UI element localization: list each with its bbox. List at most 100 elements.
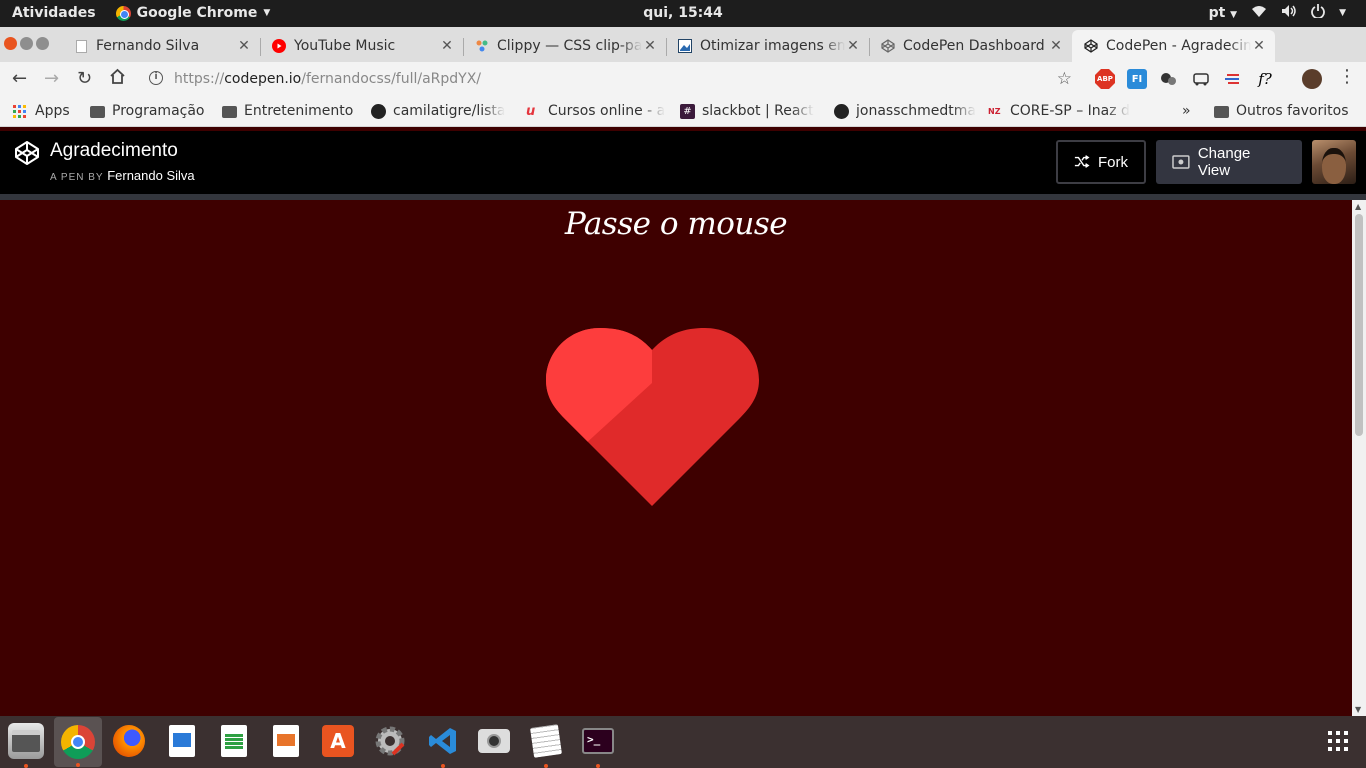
scrollbar-thumb[interactable] — [1355, 214, 1363, 436]
tab-codepen-dashboard[interactable]: CodePen Dashboard ✕ — [869, 30, 1072, 62]
impress-icon[interactable] — [268, 723, 304, 759]
firefox-icon[interactable] — [111, 723, 147, 759]
youtube-music-icon — [272, 39, 286, 53]
screenshot-icon[interactable] — [476, 723, 512, 759]
pen-byline: A PEN BY Fernando Silva — [50, 168, 195, 183]
extension-fx-icon[interactable]: f? — [1255, 69, 1275, 89]
bookmark-label: Outros favoritos — [1236, 103, 1349, 119]
system-top-bar: Atividades Google Chrome ▼ qui, 15:44 pt… — [0, 0, 1366, 27]
fork-button[interactable]: Fork — [1056, 140, 1146, 184]
image-optimizer-icon — [678, 39, 692, 53]
tab-clippy[interactable]: Clippy — CSS clip-path maker ✕ — [463, 30, 666, 62]
extension-fi-icon[interactable]: FI — [1127, 69, 1147, 89]
close-icon[interactable]: ✕ — [439, 38, 455, 54]
ubuntu-dock: A >_ — [0, 716, 1366, 768]
url-text[interactable]: https://codepen.io/fernandocss/full/aRpd… — [174, 71, 481, 87]
chevron-double-right-icon: » — [1182, 103, 1191, 119]
files-icon[interactable] — [8, 723, 44, 768]
window-close-button[interactable] — [4, 37, 17, 50]
profile-avatar[interactable] — [1302, 69, 1322, 89]
back-button[interactable]: ← — [12, 68, 27, 89]
wifi-icon[interactable] — [1251, 4, 1267, 22]
chevron-down-icon[interactable]: ▼ — [1339, 8, 1346, 18]
tab-title: Otimizar imagens em — [700, 38, 845, 54]
extension-flag-icon[interactable] — [1223, 69, 1243, 89]
tab-title: CodePen Dashboard — [903, 38, 1045, 54]
extension-cast-icon[interactable] — [1191, 69, 1211, 89]
bookmark-label: camilatigre/lista — [393, 103, 506, 119]
bookmark-jonasschmedtma[interactable]: jonasschmedtma — [834, 103, 976, 119]
adblock-plus-icon[interactable]: ABP — [1095, 69, 1115, 89]
url-scheme: https:// — [174, 71, 225, 87]
eye-icon — [1172, 155, 1190, 169]
tab-youtube-music[interactable]: YouTube Music ✕ — [260, 30, 463, 62]
author-link[interactable]: Fernando Silva — [107, 168, 194, 183]
pen-heading: Passe o mouse — [564, 206, 788, 242]
codepen-icon — [1084, 39, 1098, 53]
vscode-icon[interactable] — [425, 723, 461, 768]
bookmark-core-sp[interactable]: NZ CORE-SP – Inaz d — [988, 103, 1130, 119]
calc-icon[interactable] — [216, 723, 252, 759]
power-icon[interactable] — [1311, 4, 1325, 22]
tab-fernando-silva[interactable]: Fernando Silva ✕ — [62, 30, 260, 62]
tab-title: CodePen - Agradecimento — [1106, 38, 1251, 54]
volume-icon[interactable] — [1281, 4, 1297, 22]
language-indicator[interactable]: pt ▼ — [1209, 5, 1238, 21]
software-icon[interactable]: A — [320, 723, 356, 759]
bookmark-apps[interactable]: Apps — [13, 103, 70, 119]
github-icon — [834, 103, 849, 119]
heart-icon[interactable] — [545, 328, 760, 508]
text-editor-icon[interactable] — [528, 723, 564, 768]
close-icon[interactable]: ✕ — [1048, 38, 1064, 54]
close-icon[interactable]: ✕ — [642, 38, 658, 54]
close-icon[interactable]: ✕ — [1251, 38, 1267, 54]
scroll-down-icon[interactable]: ▼ — [1355, 705, 1361, 714]
udemy-icon: u — [526, 103, 536, 119]
codepen-header: Agradecimento A PEN BY Fernando Silva Fo… — [0, 131, 1366, 194]
show-applications-button[interactable] — [1328, 731, 1348, 751]
pen-title: Agradecimento — [50, 140, 178, 161]
bookmark-outros-favoritos[interactable]: Outros favoritos — [1214, 103, 1349, 119]
terminal-icon[interactable]: >_ — [580, 723, 616, 768]
close-icon[interactable]: ✕ — [845, 38, 861, 54]
reload-button[interactable]: ↻ — [77, 68, 92, 89]
extension-dots-icon[interactable] — [1159, 69, 1179, 89]
chevron-down-icon: ▼ — [1230, 10, 1238, 20]
browser-toolbar: ← → ↻ i https://codepen.io/fernandocss/f… — [0, 62, 1366, 97]
codepen-logo-icon[interactable] — [14, 140, 40, 166]
address-bar[interactable]: i https://codepen.io/fernandocss/full/aR… — [140, 65, 1086, 94]
clock[interactable]: qui, 15:44 — [0, 5, 1366, 21]
close-icon[interactable]: ✕ — [236, 38, 252, 54]
window-maximize-button[interactable] — [36, 37, 49, 50]
bookmark-slackbot[interactable]: # slackbot | React — [680, 103, 814, 119]
github-icon — [371, 103, 386, 119]
pen-output: Passe o mouse — [0, 200, 1352, 716]
tab-otimizar-imagens[interactable]: Otimizar imagens em ✕ — [666, 30, 869, 62]
tab-title: Clippy — CSS clip-path maker — [497, 38, 642, 54]
bookmark-cursos-online[interactable]: u Cursos online - a — [526, 103, 665, 119]
bookmark-camilatigre[interactable]: camilatigre/lista — [371, 103, 505, 119]
scroll-up-icon[interactable]: ▲ — [1355, 202, 1361, 211]
bookmark-star-icon[interactable]: ☆ — [1057, 69, 1072, 89]
change-view-button[interactable]: Change View — [1156, 140, 1302, 184]
tab-title: Fernando Silva — [96, 38, 200, 54]
writer-icon[interactable] — [164, 723, 200, 759]
page-scrollbar[interactable]: ▲ ▼ — [1352, 200, 1366, 716]
settings-icon[interactable] — [372, 723, 408, 759]
info-icon[interactable]: i — [149, 71, 163, 85]
url-host: codepen.io — [224, 71, 302, 87]
bookmark-label: jonasschmedtma — [856, 103, 976, 119]
bookmark-label: Cursos online - a — [548, 103, 666, 119]
folder-icon — [90, 105, 105, 118]
home-button[interactable] — [109, 68, 126, 90]
forward-button[interactable]: → — [44, 68, 59, 89]
chrome-menu-icon[interactable]: ⋮ — [1338, 66, 1356, 87]
folder-icon — [1214, 105, 1229, 118]
chrome-dock-icon[interactable] — [54, 717, 102, 767]
bookmark-programacao[interactable]: Programação — [90, 103, 205, 119]
window-minimize-button[interactable] — [20, 37, 33, 50]
more-bookmarks-button[interactable]: » — [1182, 103, 1191, 119]
tab-codepen-agradecimento[interactable]: CodePen - Agradecimento ✕ — [1072, 30, 1275, 62]
user-avatar[interactable] — [1312, 140, 1356, 184]
bookmark-entretenimento[interactable]: Entretenimento — [222, 103, 353, 119]
